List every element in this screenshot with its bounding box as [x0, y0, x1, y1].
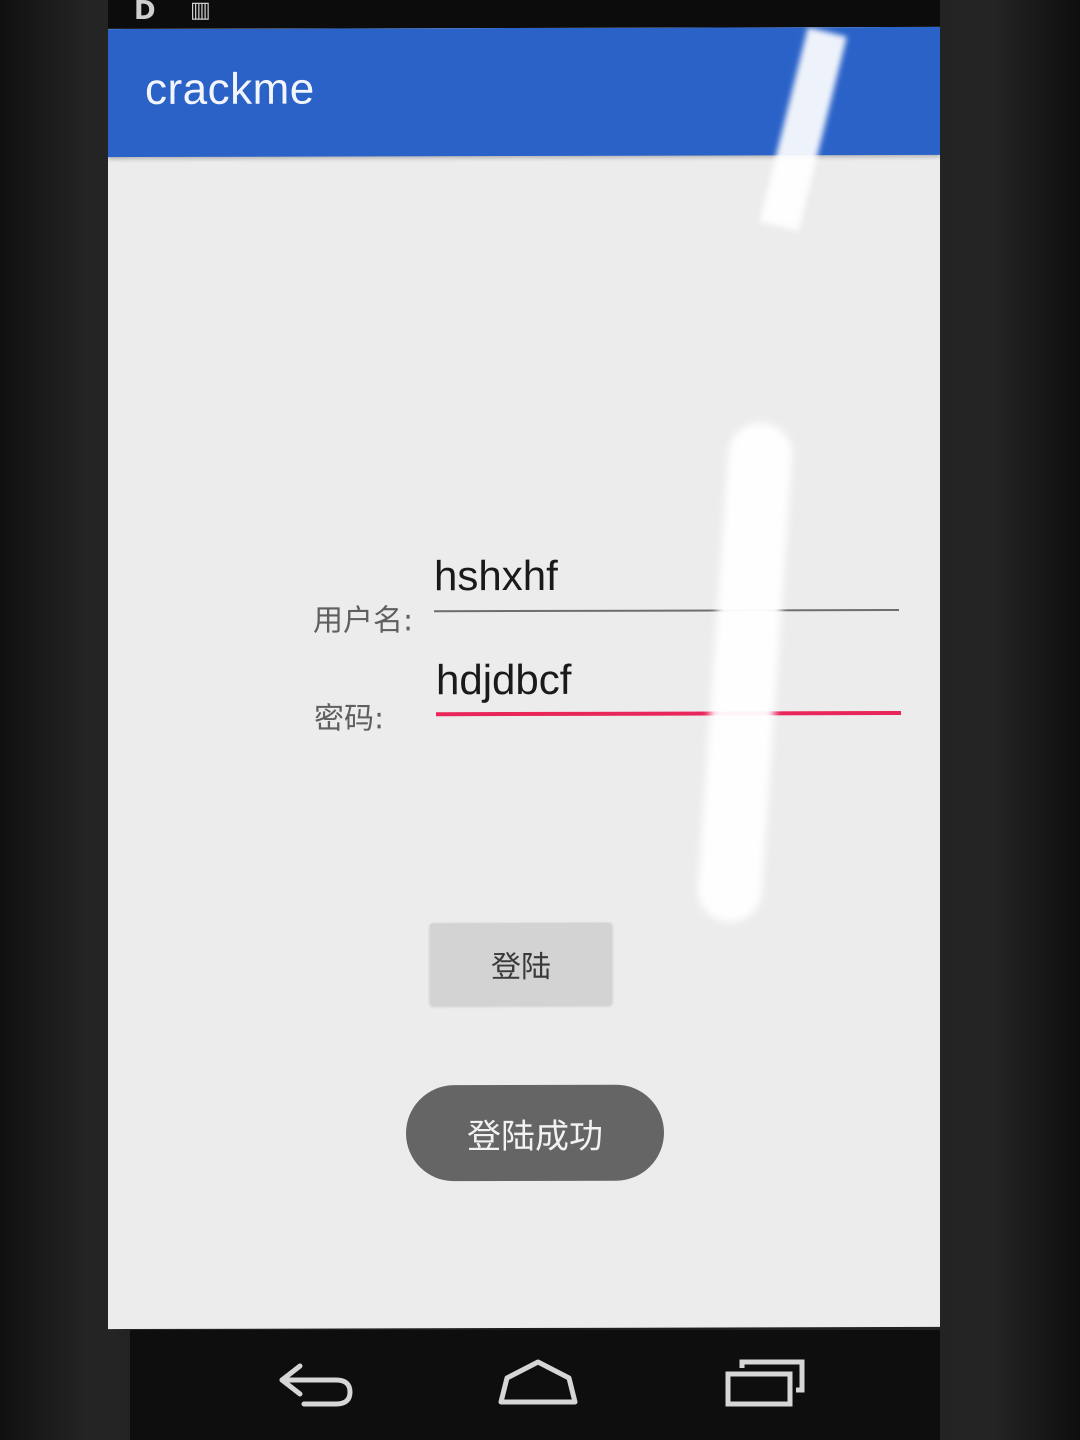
password-label: 密码:	[314, 701, 385, 737]
password-value: hdjdbcf	[436, 655, 572, 704]
app-screen: crackme 用户名: hshxhf 密码: hdjdbcf 登陆 登陆成功	[108, 26, 940, 1330]
recent-apps-icon[interactable]	[720, 1352, 810, 1412]
navigation-bar	[130, 1330, 940, 1440]
phone-frame: D ▥ crackme 用户名: hshxhf 密码: hdjdbcf 登陆 登…	[0, 0, 1080, 1440]
app-title: crackme	[145, 64, 315, 114]
username-field[interactable]: hshxhf	[434, 551, 899, 613]
status-bar: D ▥	[108, 0, 940, 28]
notification-icon: D	[134, 0, 156, 26]
username-underline	[434, 609, 899, 613]
toast-message: 登陆成功	[406, 1084, 664, 1182]
username-value: hshxhf	[434, 551, 558, 600]
back-arrow-icon[interactable]	[270, 1352, 360, 1412]
home-icon[interactable]	[493, 1352, 583, 1412]
login-button[interactable]: 登陆	[430, 922, 612, 1006]
storage-icon: ▥	[190, 0, 211, 23]
username-label: 用户名:	[313, 603, 414, 639]
password-field[interactable]: hdjdbcf	[436, 655, 901, 717]
password-underline-focused	[436, 711, 901, 717]
